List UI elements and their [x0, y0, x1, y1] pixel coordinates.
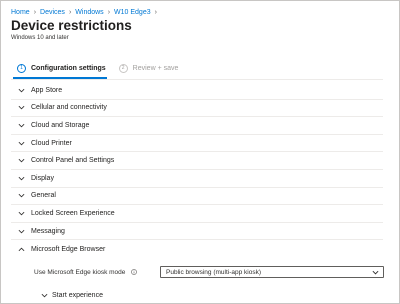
- chevron-down-icon: [11, 175, 31, 182]
- kiosk-mode-dropdown[interactable]: Public browsing (multi-app kiosk): [160, 266, 384, 278]
- step-label: Review + save: [132, 64, 179, 72]
- kiosk-mode-setting: Use Microsoft Edge kiosk mode: [34, 265, 138, 279]
- section-general[interactable]: General: [11, 188, 383, 206]
- section-label: Microsoft Edge Browser: [31, 245, 106, 253]
- breadcrumb-devices[interactable]: Devices: [40, 9, 65, 16]
- section-label: Control Panel and Settings: [31, 157, 115, 165]
- breadcrumb: Home › Devices › Windows › W10 Edge3 ›: [11, 6, 161, 18]
- section-label: Cellular and connectivity: [31, 104, 107, 112]
- step-label: Configuration settings: [31, 64, 106, 72]
- breadcrumb-profile[interactable]: W10 Edge3: [114, 9, 151, 16]
- kiosk-mode-selected-value: Public browsing (multi-app kiosk): [166, 268, 262, 276]
- breadcrumb-home[interactable]: Home: [11, 9, 30, 16]
- section-label: Cloud and Storage: [31, 121, 90, 129]
- chevron-down-icon: [11, 104, 31, 111]
- kiosk-mode-label: Use Microsoft Edge kiosk mode: [34, 268, 126, 276]
- tab-review-save[interactable]: 2 Review + save: [118, 63, 179, 73]
- section-cloud-and-storage[interactable]: Cloud and Storage: [11, 117, 383, 135]
- section-label: Display: [31, 174, 54, 182]
- section-app-store[interactable]: App Store: [11, 82, 383, 100]
- chevron-right-icon: ›: [33, 8, 37, 16]
- chevron-down-icon: [36, 292, 52, 299]
- chevron-down-icon: [372, 270, 379, 275]
- section-display[interactable]: Display: [11, 170, 383, 188]
- tab-configuration-settings[interactable]: 1 Configuration settings: [17, 63, 106, 73]
- sub-section-label: Start experience: [52, 291, 103, 299]
- chevron-right-icon: ›: [68, 8, 72, 16]
- step-number: 1: [17, 63, 26, 73]
- chevron-down-icon: [11, 192, 31, 199]
- section-label: Messaging: [31, 227, 65, 235]
- breadcrumb-windows[interactable]: Windows: [75, 9, 103, 16]
- info-icon[interactable]: [131, 269, 138, 275]
- chevron-right-icon: ›: [107, 8, 111, 16]
- section-locked-screen-experience[interactable]: Locked Screen Experience: [11, 205, 383, 223]
- step-number: 2: [118, 63, 128, 73]
- page-title: Device restrictions: [11, 18, 132, 33]
- chevron-up-icon: [11, 246, 31, 253]
- wizard-steps: 1 Configuration settings 2 Review + save: [17, 62, 178, 74]
- section-cellular-and-connectivity[interactable]: Cellular and connectivity: [11, 100, 383, 118]
- chevron-down-icon: [11, 228, 31, 235]
- section-start-experience[interactable]: Start experience: [36, 288, 103, 302]
- section-microsoft-edge-browser[interactable]: Microsoft Edge Browser: [11, 240, 383, 258]
- chevron-down-icon: [11, 122, 31, 129]
- settings-sections: App Store Cellular and connectivity Clou…: [11, 82, 383, 258]
- chevron-down-icon: [11, 210, 31, 217]
- chevron-down-icon: [11, 140, 31, 147]
- page-subtitle: Windows 10 and later: [11, 35, 69, 41]
- section-label: Cloud Printer: [31, 139, 72, 147]
- chevron-right-icon: ›: [154, 8, 157, 16]
- chevron-down-icon: [11, 157, 31, 164]
- section-label: General: [31, 192, 56, 200]
- section-control-panel-and-settings[interactable]: Control Panel and Settings: [11, 152, 383, 170]
- section-label: Locked Screen Experience: [31, 209, 115, 217]
- section-cloud-printer[interactable]: Cloud Printer: [11, 135, 383, 153]
- chevron-down-icon: [11, 87, 31, 94]
- section-messaging[interactable]: Messaging: [11, 223, 383, 241]
- section-label: App Store: [31, 86, 63, 94]
- divider: [11, 79, 383, 80]
